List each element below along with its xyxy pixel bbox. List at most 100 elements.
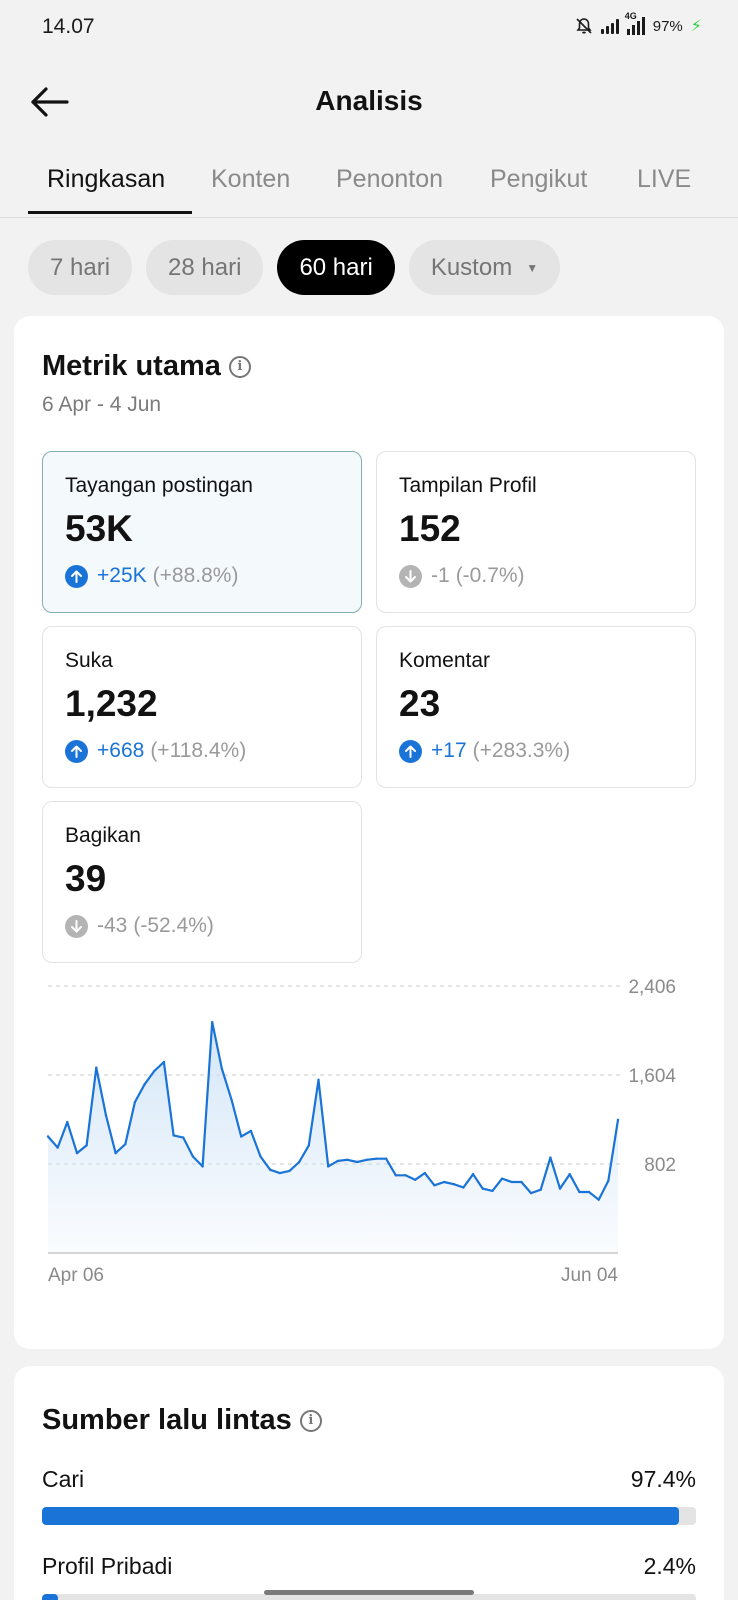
key-metrics-card: Metrik utama i 6 Apr - 4 Jun Tayangan po… [14,316,724,1349]
data-point [462,1186,465,1189]
filter-custom[interactable]: Kustom ▼ [408,240,561,295]
x-tick-label: Jun 04 [561,1265,618,1286]
data-point [394,1174,397,1177]
delta-percent: (+88.8%) [152,564,239,587]
status-icons: 4G 97% ⚡ [575,11,702,36]
tab-bar: Ringkasan Konten Penonton Pengikut LIVE [0,160,738,218]
metric-card-likes[interactable]: Suka 1,232 +668 (+118.4%) [42,626,362,788]
key-metrics-title: Metrik utama [42,350,221,382]
arrow-up-icon [65,564,88,588]
active-tab-indicator [28,211,192,214]
data-point [413,1178,417,1181]
metric-card-profile-views[interactable]: Tampilan Profil 152 -1 (-0.7%) [376,451,696,613]
data-point [375,1157,378,1160]
data-point [307,1144,311,1147]
data-point [153,1069,156,1073]
metric-card-shares[interactable]: Bagikan 39 -43 (-52.4%) [42,801,362,963]
tab-pengikut[interactable]: Pengikut [490,165,587,194]
delta-value: -43 [97,914,128,937]
traffic-bar-fill [42,1594,58,1600]
tab-konten[interactable]: Konten [211,165,290,194]
data-point [471,1173,475,1176]
data-point [240,1135,243,1138]
home-indicator[interactable] [264,1590,474,1595]
delta-value: +668 [97,739,145,762]
data-point [124,1143,127,1146]
data-point [95,1066,98,1069]
data-point [433,1184,436,1187]
data-point [404,1174,407,1177]
tab-ringkasan[interactable]: Ringkasan [47,165,165,194]
data-point [191,1155,195,1158]
data-point [326,1165,330,1168]
y-tick-label: 2,406 [628,977,676,998]
data-point [558,1187,562,1190]
data-point [520,1180,523,1184]
metric-delta: -43 (-52.4%) [65,914,214,938]
data-point [510,1180,513,1184]
metric-delta: +17 (+283.3%) [399,739,570,763]
views-trend-chart[interactable]: 802 1,604 2,406 Apr 06 Jun 04 [14,966,724,1306]
traffic-source-card: Sumber lalu lintas i Cari 97.4% Profil P… [14,1366,724,1600]
metric-label: Bagikan [65,824,141,847]
data-point [85,1144,88,1147]
traffic-row-personal-profile: Profil Pribadi 2.4% [42,1553,696,1600]
data-point [143,1083,146,1086]
data-point [75,1151,79,1155]
delta-percent: (+283.3%) [472,739,571,762]
delta-percent: (+118.4%) [150,739,247,762]
y-tick-label: 802 [644,1155,676,1176]
metric-value: 1,232 [65,683,158,724]
data-point [220,1067,224,1070]
tab-live[interactable]: LIVE [637,165,691,194]
metric-value: 152 [399,508,461,549]
metric-delta: +25K (+88.8%) [65,564,238,588]
filter-60-days[interactable]: 60 hari [277,240,395,295]
app-header: Analisis [0,70,738,134]
filter-label: 7 hari [50,253,111,281]
info-icon[interactable]: i [228,355,251,378]
data-point [182,1136,185,1139]
filter-28-days[interactable]: 28 hari [146,240,264,295]
arrow-down-icon [65,914,88,938]
traffic-label: Profil Pribadi [42,1553,173,1579]
delta-value: +17 [431,739,467,762]
data-point [133,1100,137,1104]
tab-penonton[interactable]: Penonton [336,165,443,194]
data-point [288,1169,291,1173]
data-point [355,1160,359,1164]
data-point [104,1114,108,1117]
charging-icon: ⚡ [690,18,702,35]
traffic-label: Cari [42,1466,85,1492]
data-point [346,1158,349,1161]
filter-label: Kustom [430,253,513,281]
data-point [249,1129,253,1133]
data-point [500,1177,504,1180]
data-point [172,1134,175,1137]
data-point [278,1171,282,1175]
metric-value: 53K [65,508,133,549]
data-point [597,1198,600,1201]
series-area [48,1022,618,1253]
metric-card-comments[interactable]: Komentar 23 +17 (+283.3%) [376,626,696,788]
data-point [384,1157,388,1160]
traffic-source-title: Sumber lalu lintas [42,1404,292,1436]
date-filter-chips: 7 hari 28 hari 60 hari Kustom ▼ [28,240,561,295]
y-tick-label: 1,604 [628,1066,676,1087]
data-point [230,1098,233,1102]
traffic-percent: 97.4% [630,1466,696,1492]
metric-card-views[interactable]: Tayangan postingan 53K +25K (+88.8%) [42,451,362,613]
data-point [317,1078,320,1082]
info-icon[interactable]: i [299,1409,322,1432]
data-point [269,1168,272,1171]
status-time: 14.07 [42,15,95,38]
y-tick-labels: 802 1,604 2,406 [628,977,676,1176]
delta-value: -1 [431,564,450,587]
data-point [259,1155,262,1158]
metric-label: Komentar [399,649,491,672]
data-point [423,1171,426,1175]
page-title: Analisis [315,85,423,116]
filter-7-days[interactable]: 7 hari [28,240,133,295]
bell-muted-icon [576,18,592,34]
signal-icon [600,18,619,34]
